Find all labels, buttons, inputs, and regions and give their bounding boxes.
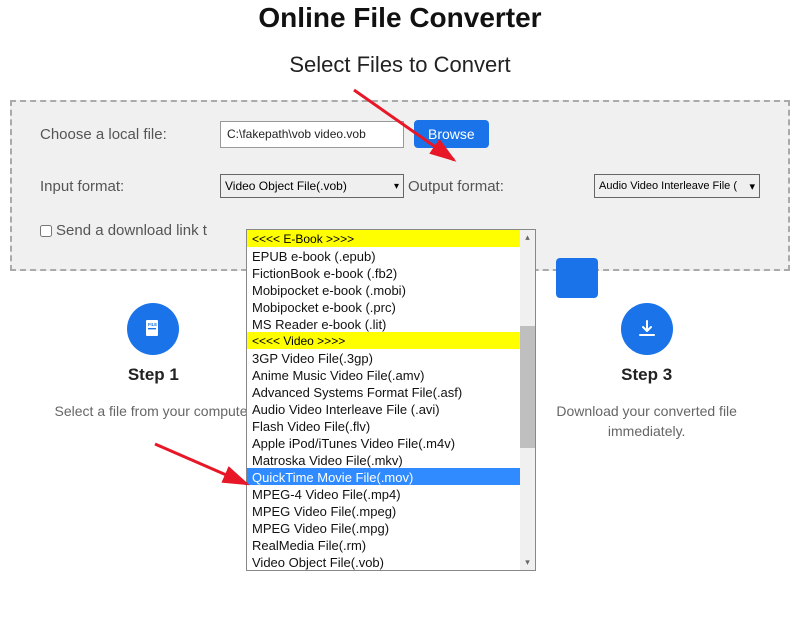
download-icon: [621, 303, 673, 355]
dropdown-option[interactable]: Anime Music Video File(.amv): [247, 366, 520, 383]
input-format-value: Video Object File(.vob): [225, 179, 347, 193]
convert-button[interactable]: [556, 258, 598, 298]
dropdown-group-header: <<<< E-Book >>>>: [247, 230, 520, 247]
dropdown-option[interactable]: MPEG-4 Video File(.mp4): [247, 485, 520, 502]
input-format-dropdown[interactable]: <<<< E-Book >>>>EPUB e-book (.epub)Ficti…: [246, 229, 536, 571]
output-format-select[interactable]: Audio Video Interleave File ( ▾: [594, 174, 760, 198]
dropdown-option[interactable]: EPUB e-book (.epub): [247, 247, 520, 264]
dropdown-option[interactable]: Mobipocket e-book (.prc): [247, 298, 520, 315]
dropdown-option[interactable]: MPEG Video File(.mpeg): [247, 502, 520, 519]
step-1-title: Step 1: [30, 365, 277, 385]
step-3: Step 3 Download your converted file imme…: [523, 303, 770, 443]
dropdown-option[interactable]: FictionBook e-book (.fb2): [247, 264, 520, 281]
dropdown-option[interactable]: Advanced Systems Format File(.asf): [247, 383, 520, 400]
dropdown-option[interactable]: MPEG Video File(.mpg): [247, 519, 520, 536]
dropdown-option[interactable]: Matroska Video File(.mkv): [247, 451, 520, 468]
scrollbar-thumb[interactable]: [520, 326, 535, 448]
step-1-text: Select a file from your computer: [30, 401, 277, 421]
step-3-text: Download your converted file immediately…: [523, 401, 770, 442]
chevron-down-icon: ▾: [394, 181, 399, 192]
dropdown-option[interactable]: Video Object File(.vob): [247, 553, 520, 570]
dropdown-option[interactable]: Audio Video Interleave File (.avi): [247, 400, 520, 417]
input-format-label: Input format:: [40, 178, 220, 195]
send-link-label: Send a download link t: [56, 222, 207, 239]
dropdown-option[interactable]: RealMedia File(.rm): [247, 536, 520, 553]
browse-button[interactable]: Browse: [414, 120, 489, 148]
page-subtitle: Select Files to Convert: [0, 52, 800, 78]
chevron-down-icon: ▾: [749, 180, 755, 193]
output-format-value: Audio Video Interleave File (: [599, 180, 737, 192]
input-format-select[interactable]: Video Object File(.vob) ▾: [220, 174, 404, 198]
dropdown-option[interactable]: Mobipocket e-book (.mobi): [247, 281, 520, 298]
dropdown-option[interactable]: Apple iPod/iTunes Video File(.m4v): [247, 434, 520, 451]
step-1: FILE Step 1 Select a file from your comp…: [30, 303, 277, 443]
scroll-down-icon[interactable]: ▾: [520, 555, 535, 570]
output-format-label: Output format:: [408, 178, 504, 195]
dropdown-option[interactable]: QuickTime Movie File(.mov): [247, 468, 520, 485]
dropdown-group-header: <<<< Video >>>>: [247, 332, 520, 349]
file-path-input[interactable]: [220, 121, 404, 148]
svg-text:FILE: FILE: [148, 322, 157, 327]
page-title: Online File Converter: [0, 2, 800, 34]
dropdown-option[interactable]: 3GP Video File(.3gp): [247, 349, 520, 366]
step-3-title: Step 3: [523, 365, 770, 385]
file-label: Choose a local file:: [40, 126, 220, 143]
scroll-up-icon[interactable]: ▴: [520, 230, 535, 245]
dropdown-option[interactable]: Flash Video File(.flv): [247, 417, 520, 434]
dropdown-option[interactable]: MS Reader e-book (.lit): [247, 315, 520, 332]
file-icon: FILE: [127, 303, 179, 355]
send-link-checkbox[interactable]: [40, 225, 52, 237]
